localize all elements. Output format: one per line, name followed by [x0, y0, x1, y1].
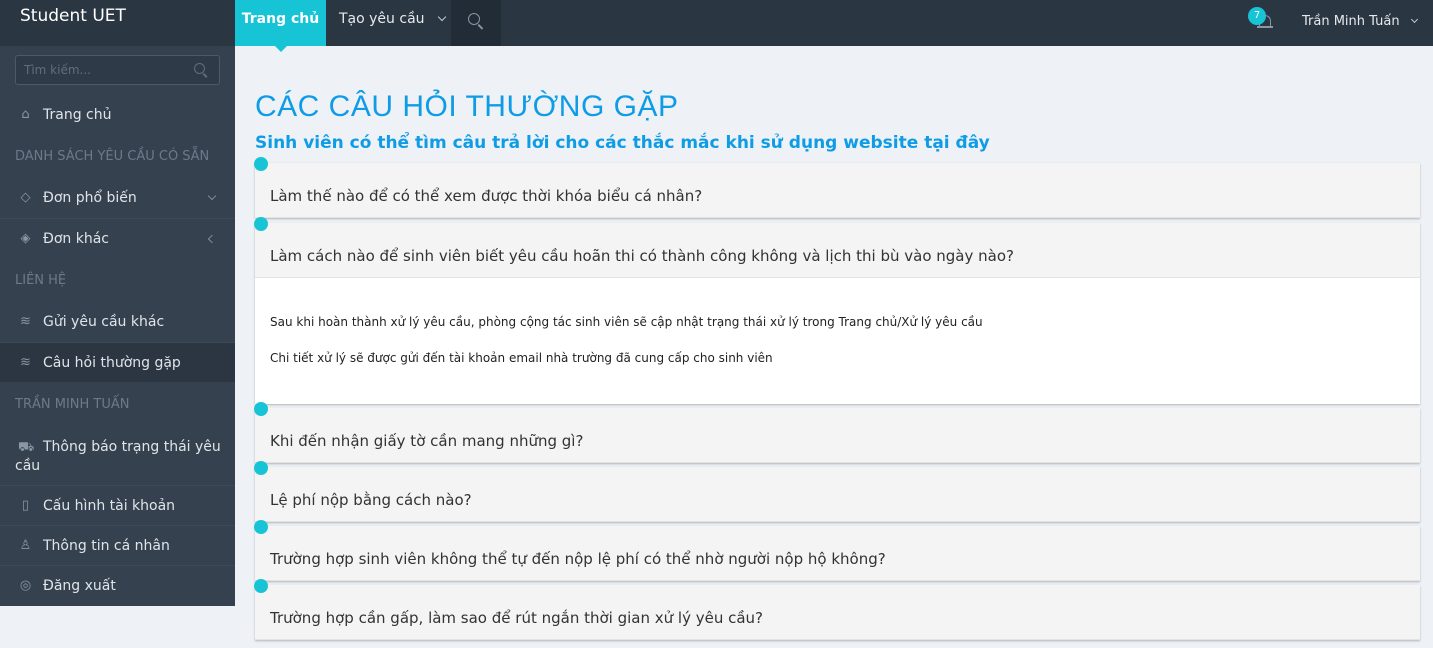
faq-question[interactable]: Khi đến nhận giấy tờ cần mang những gì?: [255, 408, 1420, 463]
notification-badge: 7: [1248, 7, 1266, 25]
user-name: Trần Minh Tuấn: [1302, 14, 1400, 29]
nav-create-request-label: Tạo yêu cầu: [339, 11, 425, 27]
faq-question[interactable]: Trường hợp cần gấp, làm sao để rút ngắn …: [255, 585, 1420, 640]
chevron-down-icon: [207, 191, 217, 201]
user-icon: ♙: [19, 537, 32, 553]
faq-item[interactable]: Lệ phí nộp bằng cách nào?: [254, 461, 1420, 522]
sidebar-search: [15, 55, 220, 85]
sidebar-section-heading: LIÊN HỆ: [15, 273, 67, 288]
sidebar-item-personal-info[interactable]: ♙ Thông tin cá nhân: [0, 525, 235, 565]
tag-icon: ◈: [20, 230, 31, 246]
chevron-down-icon: [437, 12, 447, 22]
faq-item[interactable]: Khi đến nhận giấy tờ cần mang những gì?: [254, 402, 1420, 463]
page-title: CÁC CÂU HỎI THƯỜNG GẶP: [255, 90, 679, 123]
chevron-down-icon: [1410, 15, 1418, 24]
sidebar-item-faq[interactable]: ≋ Câu hỏi thường gặp: [0, 342, 235, 382]
sidebar-item-label: Đăng xuất: [43, 578, 116, 594]
main-content: CÁC CÂU HỎI THƯỜNG GẶP Sinh viên có thể …: [235, 46, 1433, 648]
sidebar-item-label: Đơn khác: [43, 231, 109, 247]
faq-item[interactable]: Làm thế nào để có thể xem được thời khóa…: [254, 157, 1420, 218]
sidebar-item-label: Thông báo trạng thái yêu cầu: [15, 439, 221, 474]
sidebar-item-home[interactable]: ⌂ Trang chủ: [0, 95, 235, 135]
sidebar-item-status-notifications[interactable]: ⛟ Thông báo trạng thái yêu cầu: [0, 426, 235, 485]
diamond-icon: ◇: [20, 190, 31, 205]
faq-question[interactable]: Làm thế nào để có thể xem được thời khóa…: [255, 163, 1420, 218]
sidebar-item-label: Câu hỏi thường gặp: [43, 355, 181, 371]
faq-answer: Sau khi hoàn thành xử lý yêu cầu, phòng …: [255, 278, 1420, 404]
logout-icon: ◎: [19, 577, 32, 593]
top-navbar: Student UET Trang chủ Tạo yêu cầu 7 Trần…: [0, 0, 1433, 52]
sidebar-item-other-forms[interactable]: ◈ Đơn khác: [0, 218, 235, 258]
sidebar-item-account-settings[interactable]: ▯ Cấu hình tài khoản: [0, 485, 235, 525]
sidebar-item-label: Đơn phổ biến: [43, 190, 137, 206]
search-toggle-button[interactable]: [451, 0, 501, 46]
faq-question[interactable]: Lệ phí nộp bằng cách nào?: [255, 467, 1420, 522]
cart-icon: ⛟: [18, 439, 35, 455]
search-icon[interactable]: [194, 63, 205, 74]
chevron-left-icon: [207, 234, 217, 243]
sidebar-item-label: Thông tin cá nhân: [43, 538, 170, 554]
document-icon: ▯: [21, 497, 30, 513]
layers-icon: ≋: [20, 354, 31, 370]
faq-item-expanded[interactable]: Làm cách nào để sinh viên biết yêu cầu h…: [254, 217, 1420, 404]
faq-answer-text: Sau khi hoàn thành xử lý yêu cầu, phòng …: [270, 315, 983, 329]
page-subtitle: Sinh viên có thể tìm câu trả lời cho các…: [255, 133, 990, 153]
sidebar-item-label: Gửi yêu cầu khác: [43, 314, 165, 330]
user-menu-dropdown[interactable]: Trần Minh Tuấn: [1302, 0, 1418, 46]
sidebar-section-heading: DANH SÁCH YÊU CẦU CÓ SẴN: [15, 149, 210, 164]
sidebar-section-heading: TRẦN MINH TUẤN: [15, 397, 130, 412]
sidebar-item-label: Trang chủ: [43, 107, 112, 123]
sidebar-item-label: Cấu hình tài khoản: [43, 498, 176, 514]
layers-icon: ≋: [20, 314, 31, 329]
nav-home-label: Trang chủ: [241, 11, 320, 27]
sidebar: ⌂ Trang chủ DANH SÁCH YÊU CẦU CÓ SẴN ◇ Đ…: [0, 46, 235, 606]
faq-question[interactable]: Làm cách nào để sinh viên biết yêu cầu h…: [255, 223, 1420, 278]
faq-answer-text: Chi tiết xử lý sẽ được gửi đến tài khoản…: [270, 351, 773, 365]
sidebar-item-popular-forms[interactable]: ◇ Đơn phổ biến: [0, 178, 235, 218]
sidebar-item-send-request[interactable]: ≋ Gửi yêu cầu khác: [0, 302, 235, 342]
faq-question[interactable]: Trường hợp sinh viên không thể tự đến nộ…: [255, 526, 1420, 581]
brand-logo[interactable]: Student UET: [0, 0, 235, 46]
sidebar-item-logout[interactable]: ◎ Đăng xuất: [0, 565, 235, 605]
faq-item[interactable]: Trường hợp cần gấp, làm sao để rút ngắn …: [254, 579, 1420, 640]
home-icon: ⌂: [21, 107, 30, 122]
nav-create-request-dropdown[interactable]: Tạo yêu cầu: [326, 0, 450, 46]
sidebar-search-input[interactable]: [16, 56, 186, 84]
faq-item[interactable]: Trường hợp sinh viên không thể tự đến nộ…: [254, 520, 1420, 581]
search-icon: [468, 13, 480, 25]
nav-home-tab[interactable]: Trang chủ: [235, 0, 326, 52]
